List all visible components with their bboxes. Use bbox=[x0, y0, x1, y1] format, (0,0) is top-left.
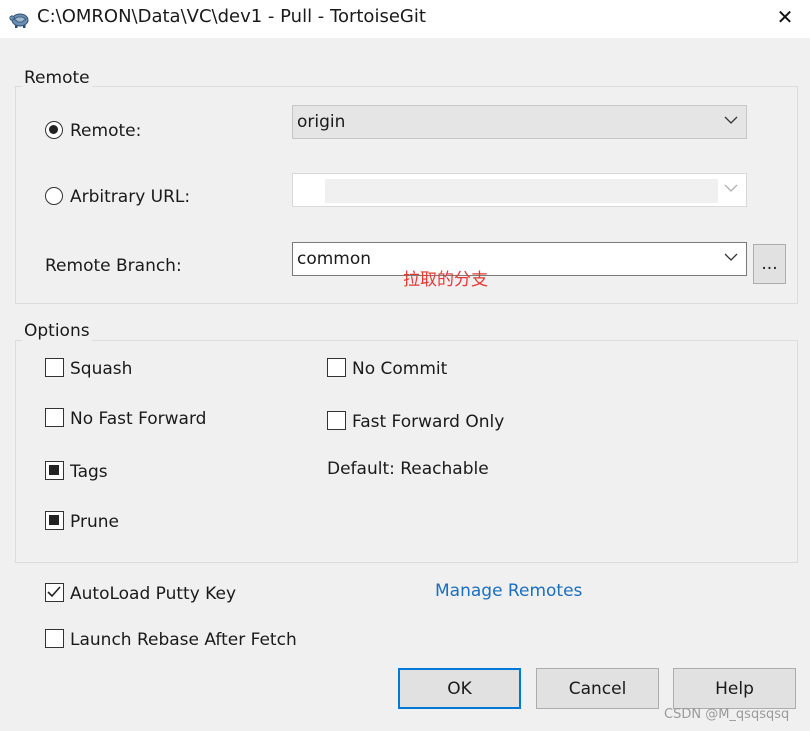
tags-label: Tags bbox=[70, 462, 108, 482]
chevron-down-icon bbox=[724, 184, 738, 192]
close-button[interactable]: ✕ bbox=[760, 0, 810, 34]
watermark: CSDN @M_qsqsqsq bbox=[664, 707, 790, 722]
arbitrary-url-label: Arbitrary URL: bbox=[70, 187, 191, 207]
cancel-button-label: Cancel bbox=[568, 678, 627, 699]
launch-rebase-checkbox[interactable] bbox=[45, 629, 64, 648]
ok-button[interactable]: OK bbox=[398, 668, 521, 709]
browse-branch-button[interactable]: ... bbox=[753, 244, 786, 284]
squash-label: Squash bbox=[70, 359, 133, 379]
manage-remotes-link[interactable]: Manage Remotes bbox=[435, 581, 582, 601]
launch-rebase-label: Launch Rebase After Fetch bbox=[70, 630, 297, 650]
prune-checkbox[interactable] bbox=[45, 511, 64, 530]
chevron-down-icon bbox=[724, 253, 738, 261]
remote-branch-value: common bbox=[297, 249, 372, 269]
branch-annotation: 拉取的分支 bbox=[403, 270, 488, 290]
fast-forward-only-checkbox[interactable] bbox=[327, 411, 346, 430]
tags-checkbox[interactable] bbox=[45, 461, 64, 480]
default-reachable-text: Default: Reachable bbox=[327, 459, 489, 479]
no-commit-checkbox[interactable] bbox=[327, 358, 346, 377]
no-commit-label: No Commit bbox=[352, 359, 448, 379]
ok-button-label: OK bbox=[447, 678, 472, 699]
cancel-button[interactable]: Cancel bbox=[536, 668, 659, 709]
autoload-putty-label: AutoLoad Putty Key bbox=[70, 584, 236, 604]
no-fast-forward-checkbox[interactable] bbox=[45, 408, 64, 427]
autoload-putty-checkbox[interactable] bbox=[45, 583, 64, 602]
help-button[interactable]: Help bbox=[673, 668, 796, 709]
chevron-down-icon bbox=[724, 116, 738, 124]
arbitrary-url-radio[interactable] bbox=[45, 187, 63, 205]
remote-radio[interactable] bbox=[45, 121, 63, 139]
options-group-legend: Options bbox=[22, 321, 92, 341]
fast-forward-only-label: Fast Forward Only bbox=[352, 412, 505, 432]
arbitrary-url-input[interactable] bbox=[292, 173, 747, 207]
remote-select-value: origin bbox=[297, 112, 346, 132]
help-button-label: Help bbox=[715, 678, 754, 699]
tortoise-icon bbox=[8, 6, 32, 30]
checkmark-icon bbox=[47, 586, 61, 598]
remote-branch-select[interactable]: common bbox=[292, 242, 747, 276]
remote-group-legend: Remote bbox=[22, 68, 92, 88]
arbitrary-url-field bbox=[325, 179, 718, 203]
no-fast-forward-label: No Fast Forward bbox=[70, 409, 207, 429]
remote-radio-label: Remote: bbox=[70, 121, 142, 141]
remote-select[interactable]: origin bbox=[292, 105, 747, 139]
prune-label: Prune bbox=[70, 512, 119, 532]
remote-branch-label: Remote Branch: bbox=[45, 256, 182, 276]
window-title: C:\OMRON\Data\VC\dev1 - Pull - TortoiseG… bbox=[37, 6, 426, 27]
close-icon: ✕ bbox=[776, 5, 794, 29]
browse-button-label: ... bbox=[761, 254, 778, 274]
squash-checkbox[interactable] bbox=[45, 358, 64, 377]
